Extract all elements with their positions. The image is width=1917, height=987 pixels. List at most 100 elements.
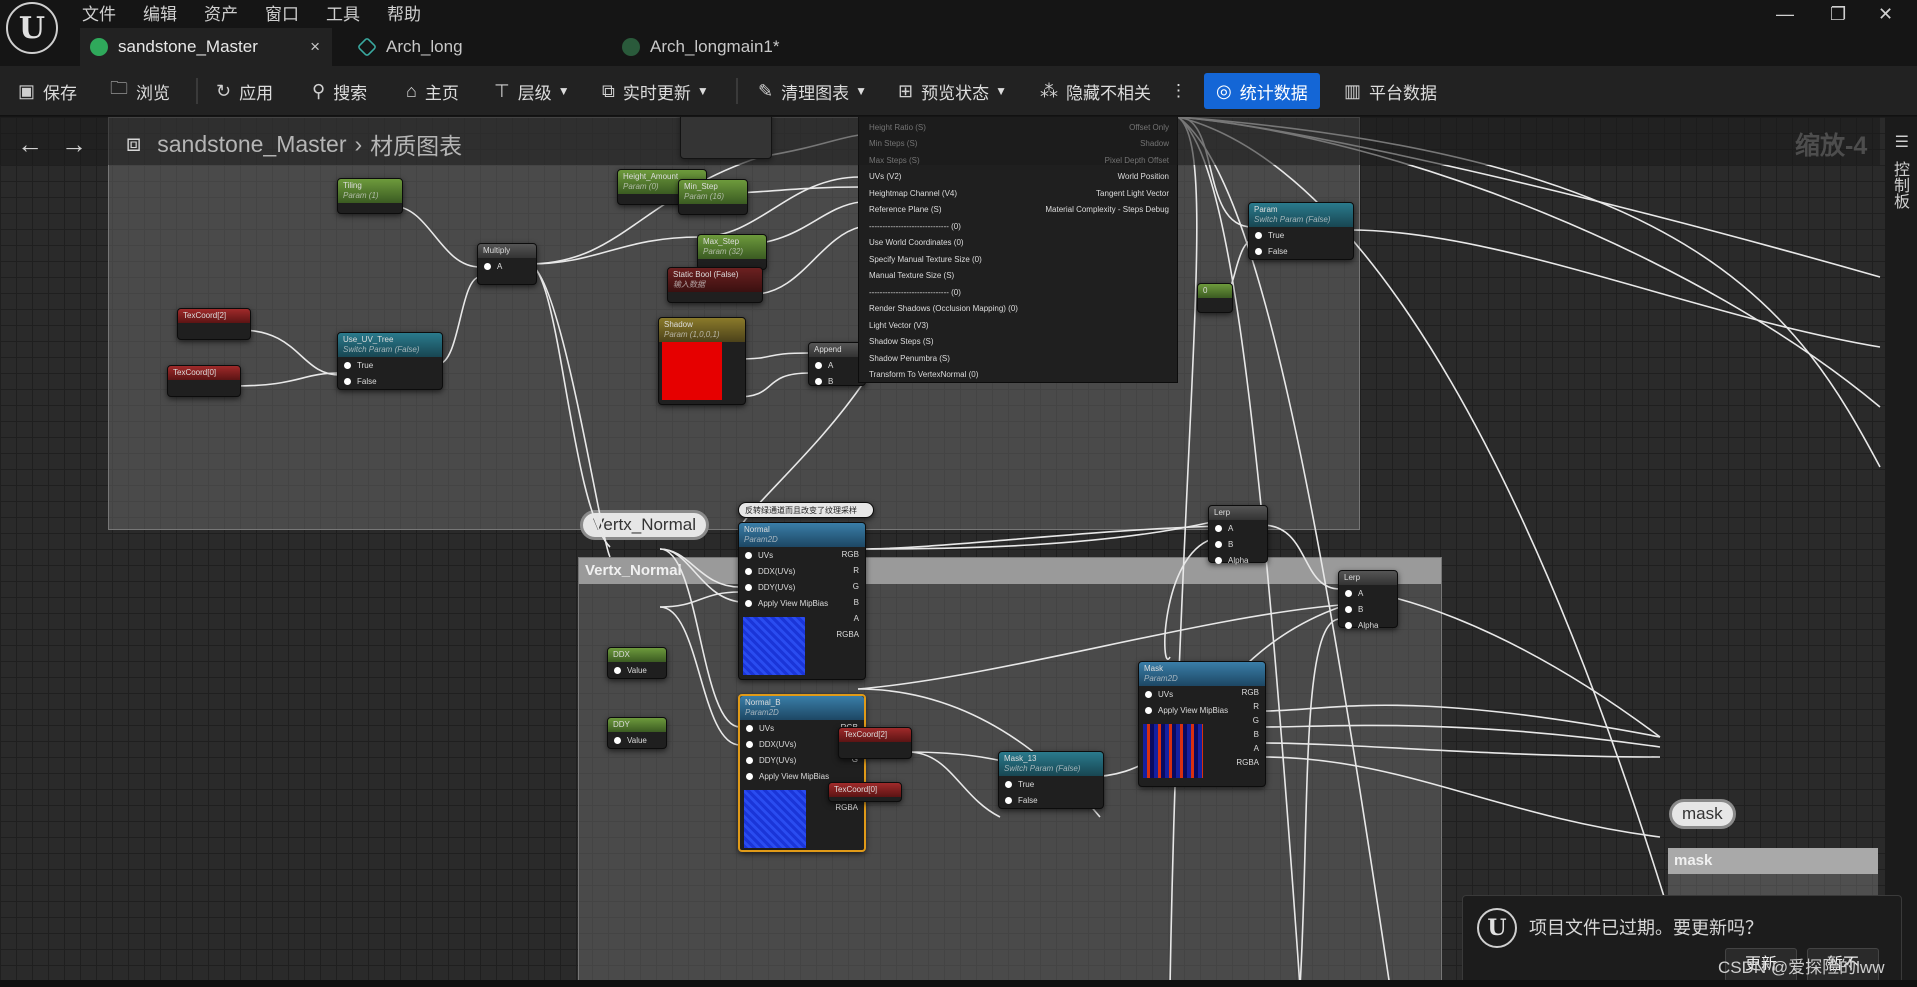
node-header: DDY: [608, 718, 666, 732]
node-normal-b[interactable]: Normal_B Param2D UVs DDX(UVs) DDY(UVs) Ap…: [738, 694, 866, 852]
pin-true[interactable]: True: [338, 357, 442, 373]
node-static-bool[interactable]: Static Bool (False) 输入数据: [667, 267, 763, 303]
node-max-step[interactable]: Max_Step Param (32): [697, 234, 767, 270]
pin-value[interactable]: Value: [608, 662, 666, 678]
stats-button[interactable]: ◎ 统计数据: [1204, 73, 1320, 109]
node-lerp-2[interactable]: Lerp A B Alpha: [1338, 570, 1398, 630]
breadcrumb-root[interactable]: sandstone_Master: [157, 131, 346, 158]
pin-false[interactable]: False: [1249, 243, 1353, 259]
stats-icon: ◎: [1216, 80, 1232, 101]
pin-true[interactable]: True: [1249, 227, 1353, 243]
tab-arch-long[interactable]: Arch_long: [348, 28, 463, 66]
node-texcoord-0b[interactable]: TexCoord[0]: [828, 782, 902, 802]
node-mask[interactable]: Mask Param2D UVs Apply View MipBias RGB R…: [1138, 661, 1266, 787]
restore-icon[interactable]: ❐: [1830, 4, 1846, 25]
node-multiply[interactable]: Multiply A: [477, 243, 537, 285]
parallax-input-pin[interactable]: Shadow Penumbra (S): [869, 354, 950, 367]
parallax-input-pin[interactable]: ------------------------------ (0): [869, 288, 961, 301]
node-texcoord-0[interactable]: TexCoord[0]: [167, 365, 241, 397]
pin-value[interactable]: Value: [608, 732, 666, 748]
node-mask-13[interactable]: Mask_13 Switch Param (False) True False: [998, 751, 1104, 809]
parallax-input-pin[interactable]: Manual Texture Size (S): [869, 271, 954, 284]
parallax-input-pin[interactable]: ------------------------------ (0): [869, 222, 961, 235]
pin-dot: [745, 583, 752, 591]
parallax-input-pin[interactable]: Specify Manual Texture Size (0): [869, 255, 982, 268]
pin-dot: [746, 740, 753, 748]
close-tab-icon[interactable]: ×: [310, 37, 320, 57]
node-use-uv-tree[interactable]: Use_UV_Tree Switch Param (False) True Fal…: [337, 332, 443, 390]
pin-false[interactable]: False: [338, 373, 442, 389]
parallax-input-pin[interactable]: Use World Coordinates (0): [869, 238, 964, 251]
node-param-switch[interactable]: Param Switch Param (False) True False: [1248, 202, 1354, 260]
apply-button[interactable]: ↻ 应用: [216, 78, 273, 104]
pin-b[interactable]: B: [809, 373, 865, 389]
menu-tools[interactable]: 工具: [326, 0, 360, 24]
hierarchy-button[interactable]: ⊤ 层级 ▼: [494, 78, 570, 104]
node-texcoord-2b[interactable]: TexCoord[2]: [838, 727, 912, 759]
toolbar-divider: [736, 78, 738, 104]
node-ddy[interactable]: DDY Value: [607, 717, 667, 749]
parallax-input-pin[interactable]: Render Shadows (Occlusion Mapping) (0): [869, 304, 1018, 317]
parallax-output-pin[interactable]: Tangent Light Vector: [1096, 189, 1169, 202]
menu-file[interactable]: 文件: [82, 0, 116, 24]
hide-unrelated-button[interactable]: ⁂ 隐藏不相关: [1040, 78, 1151, 104]
node-constant-zero[interactable]: 0: [1197, 283, 1233, 313]
pin-a[interactable]: A: [1339, 585, 1397, 601]
node-texcoord-2[interactable]: TexCoord[2]: [177, 308, 251, 340]
node-shadow[interactable]: Shadow Param (1,0,0,1): [658, 317, 746, 405]
parallax-output-pin[interactable]: World Position: [1118, 172, 1169, 185]
panel-menu-icon[interactable]: ☰: [1895, 132, 1909, 152]
parallax-input-pin[interactable]: Transform To VertexNormal (0): [869, 370, 978, 383]
node-header: TexCoord[2]: [839, 728, 911, 742]
pin-a[interactable]: A: [478, 258, 536, 274]
clean-graph-button[interactable]: ✎ 清理图表 ▼: [758, 78, 867, 104]
save-button[interactable]: ▣ 保存: [18, 78, 77, 104]
close-window-icon[interactable]: ✕: [1878, 4, 1893, 25]
minimize-icon[interactable]: —: [1776, 4, 1794, 25]
pin-b[interactable]: B: [1209, 536, 1267, 552]
parallax-input-pin[interactable]: Heightmap Channel (V4): [869, 189, 957, 202]
note-comment[interactable]: 反转绿通道而且改变了纹理采样: [738, 502, 874, 518]
pin-b[interactable]: B: [1339, 601, 1397, 617]
node-header: Lerp: [1339, 571, 1397, 585]
unreal-logo-icon[interactable]: U: [6, 2, 58, 54]
pin-dot: [1345, 621, 1352, 629]
pin-alpha[interactable]: Alpha: [1209, 552, 1267, 568]
pin-a[interactable]: A: [809, 357, 865, 373]
node-normal[interactable]: Normal Param2D UVs DDX(UVs) DDY(UVs) Appl…: [738, 522, 866, 680]
node-lerp-1[interactable]: Lerp A B Alpha: [1208, 505, 1268, 565]
menu-asset[interactable]: 资产: [204, 0, 238, 24]
forward-arrow-icon[interactable]: →: [52, 129, 96, 160]
breadcrumb-current[interactable]: 材质图表: [370, 127, 462, 161]
pin-alpha[interactable]: Alpha: [1339, 617, 1397, 633]
material-graph-canvas[interactable]: Vertx_Normal Vertx_Normal mask mask Heig…: [0, 117, 1900, 987]
live-update-button[interactable]: ⧉ 实时更新 ▼: [602, 78, 709, 104]
nodes-icon: ⁂: [1040, 80, 1058, 101]
tab-sandstone-master[interactable]: sandstone_Master ×: [80, 28, 332, 66]
search-button[interactable]: ⚲ 搜索: [312, 78, 367, 104]
platform-stats-button[interactable]: ▥ 平台数据: [1344, 78, 1437, 104]
node-min-step[interactable]: Min_Step Param (16): [678, 179, 748, 215]
home-button[interactable]: ⌂ 主页: [406, 78, 459, 104]
browse-icon: 🗀: [110, 78, 128, 98]
parallax-input-pin[interactable]: Reference Plane (S): [869, 205, 941, 218]
menu-window[interactable]: 窗口: [265, 0, 299, 24]
pin-true[interactable]: True: [999, 776, 1103, 792]
pin-false[interactable]: False: [999, 792, 1103, 808]
node-ddx[interactable]: DDX Value: [607, 647, 667, 679]
menu-help[interactable]: 帮助: [387, 0, 421, 24]
more-options-button[interactable]: ⋮: [1170, 78, 1187, 104]
pin-dot: [344, 377, 351, 385]
parallax-output-pin[interactable]: Material Complexity - Steps Debug: [1045, 205, 1169, 218]
menu-edit[interactable]: 编辑: [143, 0, 177, 24]
parallax-input-pin[interactable]: Shadow Steps (S): [869, 337, 933, 350]
browse-button[interactable]: 🗀 浏览: [110, 78, 170, 104]
parallax-input-pin[interactable]: UVs (V2): [869, 172, 901, 185]
back-arrow-icon[interactable]: ←: [8, 129, 52, 160]
parallax-input-pin[interactable]: Light Vector (V3): [869, 321, 929, 334]
preview-state-button[interactable]: ⊞ 预览状态 ▼: [898, 78, 1007, 104]
pin-a[interactable]: A: [1209, 520, 1267, 536]
tab-arch-longmain1[interactable]: Arch_longmain1*: [612, 28, 779, 66]
node-tiling[interactable]: Tiling Param (1): [337, 178, 403, 214]
palette-tab[interactable]: 控制板: [1887, 161, 1911, 209]
